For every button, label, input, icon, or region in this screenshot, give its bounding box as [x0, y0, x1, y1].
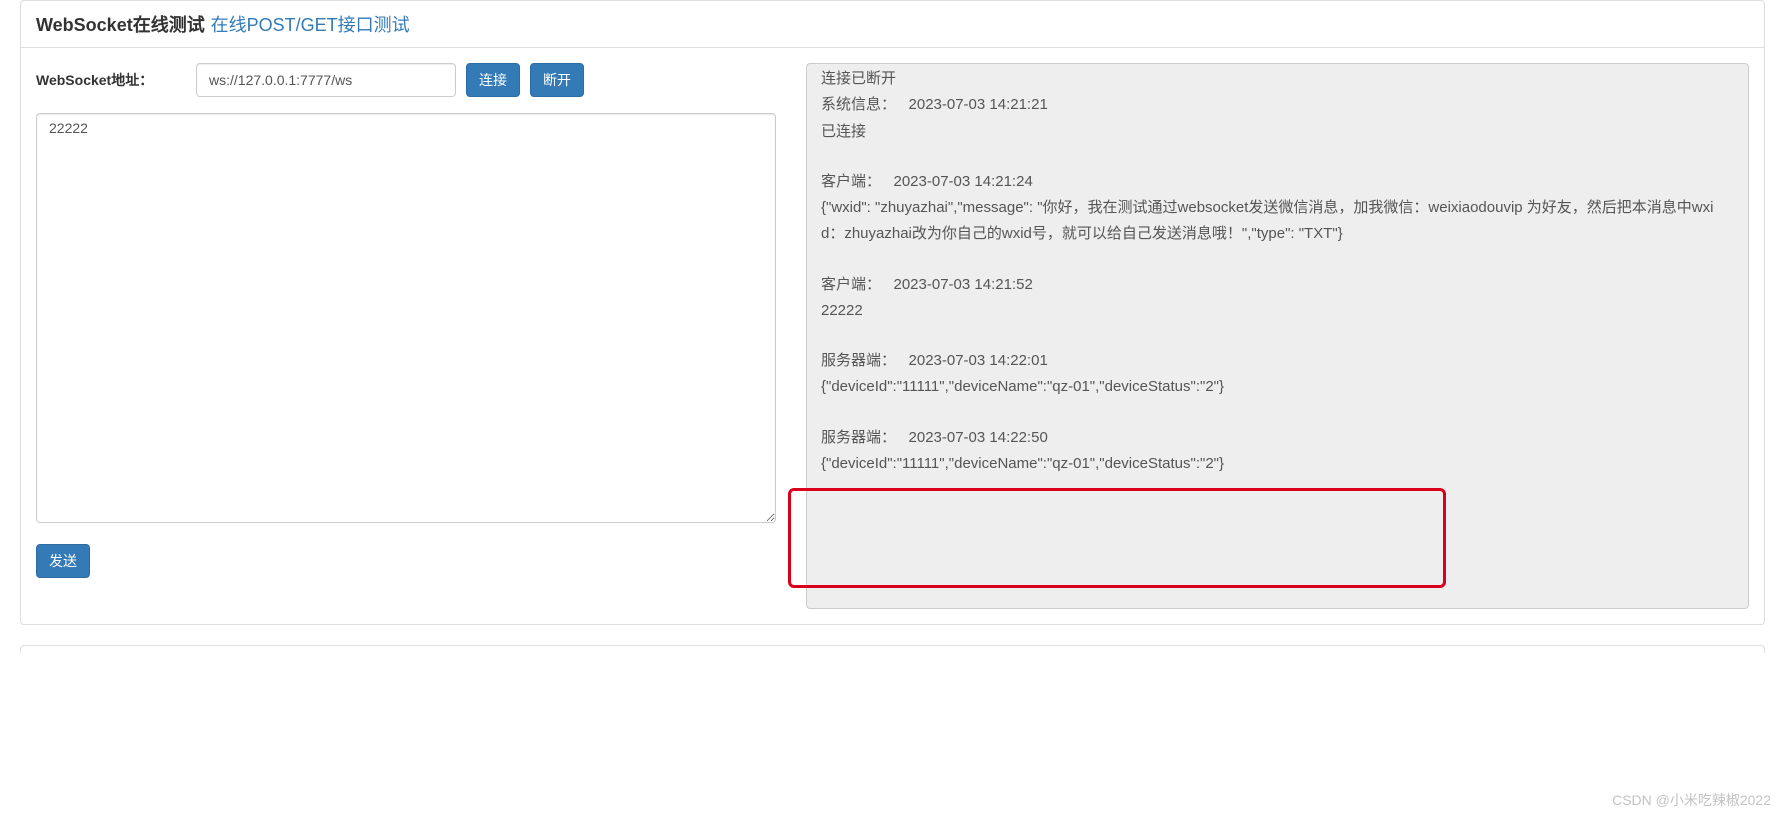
log-entry-body: {"wxid": "zhuyazhai","message": "你好，我在测试… [821, 195, 1734, 248]
log-output[interactable]: 连接已断开系统信息： 2023-07-03 14:21:21已连接客户端： 20… [806, 63, 1749, 609]
log-entry-header: 服务器端： 2023-07-03 14:22:50 [821, 425, 1734, 451]
log-entry-header: 系统信息： 2023-07-03 14:21:21 [821, 92, 1734, 118]
panel-body: WebSocket地址： 连接 断开 发送 连接已断开系统信息： 2023-07… [21, 48, 1764, 624]
log-entry-body: 已连接 [821, 119, 1734, 145]
log-entry-body: {"deviceId":"11111","deviceName":"qz-01"… [821, 451, 1734, 477]
disconnect-button[interactable]: 断开 [530, 63, 584, 97]
log-entry: 系统信息： 2023-07-03 14:21:21已连接 [821, 92, 1734, 145]
post-get-link[interactable]: 在线POST/GET接口测试 [211, 15, 410, 35]
log-entry-header: 连接已断开 [821, 66, 1734, 92]
next-panel-edge [20, 645, 1765, 653]
main-panel: WebSocket在线测试 在线POST/GET接口测试 WebSocket地址… [20, 0, 1765, 625]
log-entry-header: 客户端： 2023-07-03 14:21:24 [821, 169, 1734, 195]
log-entry-header: 服务器端： 2023-07-03 14:22:01 [821, 348, 1734, 374]
log-entry-header: 客户端： 2023-07-03 14:21:52 [821, 272, 1734, 298]
log-entry: 连接已断开 [821, 66, 1734, 92]
message-input[interactable] [36, 113, 776, 523]
address-label: WebSocket地址： [36, 70, 186, 90]
left-column: WebSocket地址： 连接 断开 发送 [36, 63, 776, 609]
log-entry-body: {"deviceId":"11111","deviceName":"qz-01"… [821, 374, 1734, 400]
log-entry: 服务器端： 2023-07-03 14:22:50{"deviceId":"11… [821, 425, 1734, 478]
log-entry-body: 22222 [821, 298, 1734, 324]
panel-heading: WebSocket在线测试 在线POST/GET接口测试 [21, 1, 1764, 48]
right-column: 连接已断开系统信息： 2023-07-03 14:21:21已连接客户端： 20… [806, 63, 1749, 609]
log-entry: 客户端： 2023-07-03 14:21:24{"wxid": "zhuyaz… [821, 169, 1734, 248]
address-row: WebSocket地址： 连接 断开 [36, 63, 776, 97]
log-entry: 服务器端： 2023-07-03 14:22:01{"deviceId":"11… [821, 348, 1734, 401]
connect-button[interactable]: 连接 [466, 63, 520, 97]
log-entry: 客户端： 2023-07-03 14:21:5222222 [821, 272, 1734, 325]
page-title: WebSocket在线测试 [36, 15, 205, 35]
send-button[interactable]: 发送 [36, 544, 90, 578]
watermark: CSDN @小米吃辣椒2022 [1612, 790, 1771, 810]
address-input[interactable] [196, 63, 456, 97]
